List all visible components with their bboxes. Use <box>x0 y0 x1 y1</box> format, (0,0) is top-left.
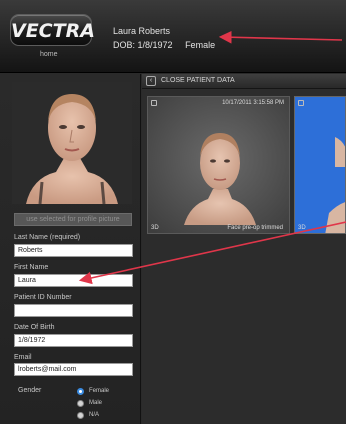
thumbnail-type-tag: 3D <box>298 225 306 231</box>
last-name-field[interactable]: Roberts <box>14 244 133 257</box>
image-viewer: ‹ CLOSE PATIENT DATA 10/17/2011 3:15:58 … <box>142 74 346 424</box>
select-checkbox-icon[interactable] <box>151 100 157 106</box>
collapse-icon[interactable]: ‹ <box>146 76 156 86</box>
email-field[interactable]: lroberts@mail.com <box>14 363 133 376</box>
patient-dob: DOB: 1/8/1972 <box>113 40 173 50</box>
first-name-label: First Name <box>14 264 49 271</box>
thumbnail-image <box>295 97 345 233</box>
patient-summary: DOB: 1/8/1972 Female <box>113 40 225 50</box>
gender-option-label: Female <box>89 388 110 394</box>
gender-option-na[interactable]: N/A <box>77 410 99 420</box>
thumbnail-caption: Face pre-op trimmed <box>227 225 283 231</box>
portrait-image <box>12 82 132 204</box>
close-patient-data-label: CLOSE PATIENT DATA <box>161 77 235 84</box>
patient-info-panel: use selected for profile picture Last Na… <box>0 74 141 424</box>
radio-icon[interactable] <box>77 411 84 419</box>
email-label: Email <box>14 354 32 361</box>
radio-icon[interactable] <box>77 399 84 407</box>
use-for-profile-button[interactable]: use selected for profile picture <box>14 213 132 226</box>
patient-name: Laura Roberts <box>113 26 171 36</box>
home-button[interactable]: VECTRA <box>10 14 95 46</box>
dob-label: Date Of Birth <box>14 324 55 331</box>
gender-option-label: Male <box>89 400 103 406</box>
close-patient-data-button[interactable]: ‹ CLOSE PATIENT DATA <box>142 74 346 89</box>
image-thumbnail[interactable]: 3D <box>294 96 346 234</box>
radio-selected-icon[interactable] <box>77 387 84 395</box>
patient-id-field[interactable] <box>14 304 133 317</box>
thumbnail-type-tag: 3D <box>151 225 159 231</box>
gender-option-male[interactable]: Male <box>77 398 102 408</box>
dob-field[interactable]: 1/8/1972 <box>14 334 133 347</box>
patient-id-label: Patient ID Number <box>14 294 72 301</box>
home-label: home <box>40 51 58 58</box>
profile-picture <box>12 82 132 204</box>
thumbnail-image <box>148 97 289 233</box>
header-bar: VECTRA home Laura Roberts DOB: 1/8/1972 … <box>0 0 346 73</box>
gender-label: Gender <box>18 387 42 394</box>
patient-gender: Female <box>185 40 216 50</box>
vectra-app: VECTRA home Laura Roberts DOB: 1/8/1972 … <box>0 0 346 424</box>
image-thumbnail[interactable]: 10/17/2011 3:15:58 PM 3D Face pre-op tri… <box>147 96 290 234</box>
vectra-logo: VECTRA <box>11 20 95 42</box>
gender-option-label: N/A <box>89 412 100 418</box>
select-checkbox-icon[interactable] <box>298 100 304 106</box>
thumbnail-timestamp: 10/17/2011 3:15:58 PM <box>222 100 284 106</box>
gender-option-female[interactable]: Female <box>77 386 109 396</box>
last-name-label: Last Name (required) <box>14 234 81 241</box>
first-name-field[interactable]: Laura <box>14 274 133 287</box>
